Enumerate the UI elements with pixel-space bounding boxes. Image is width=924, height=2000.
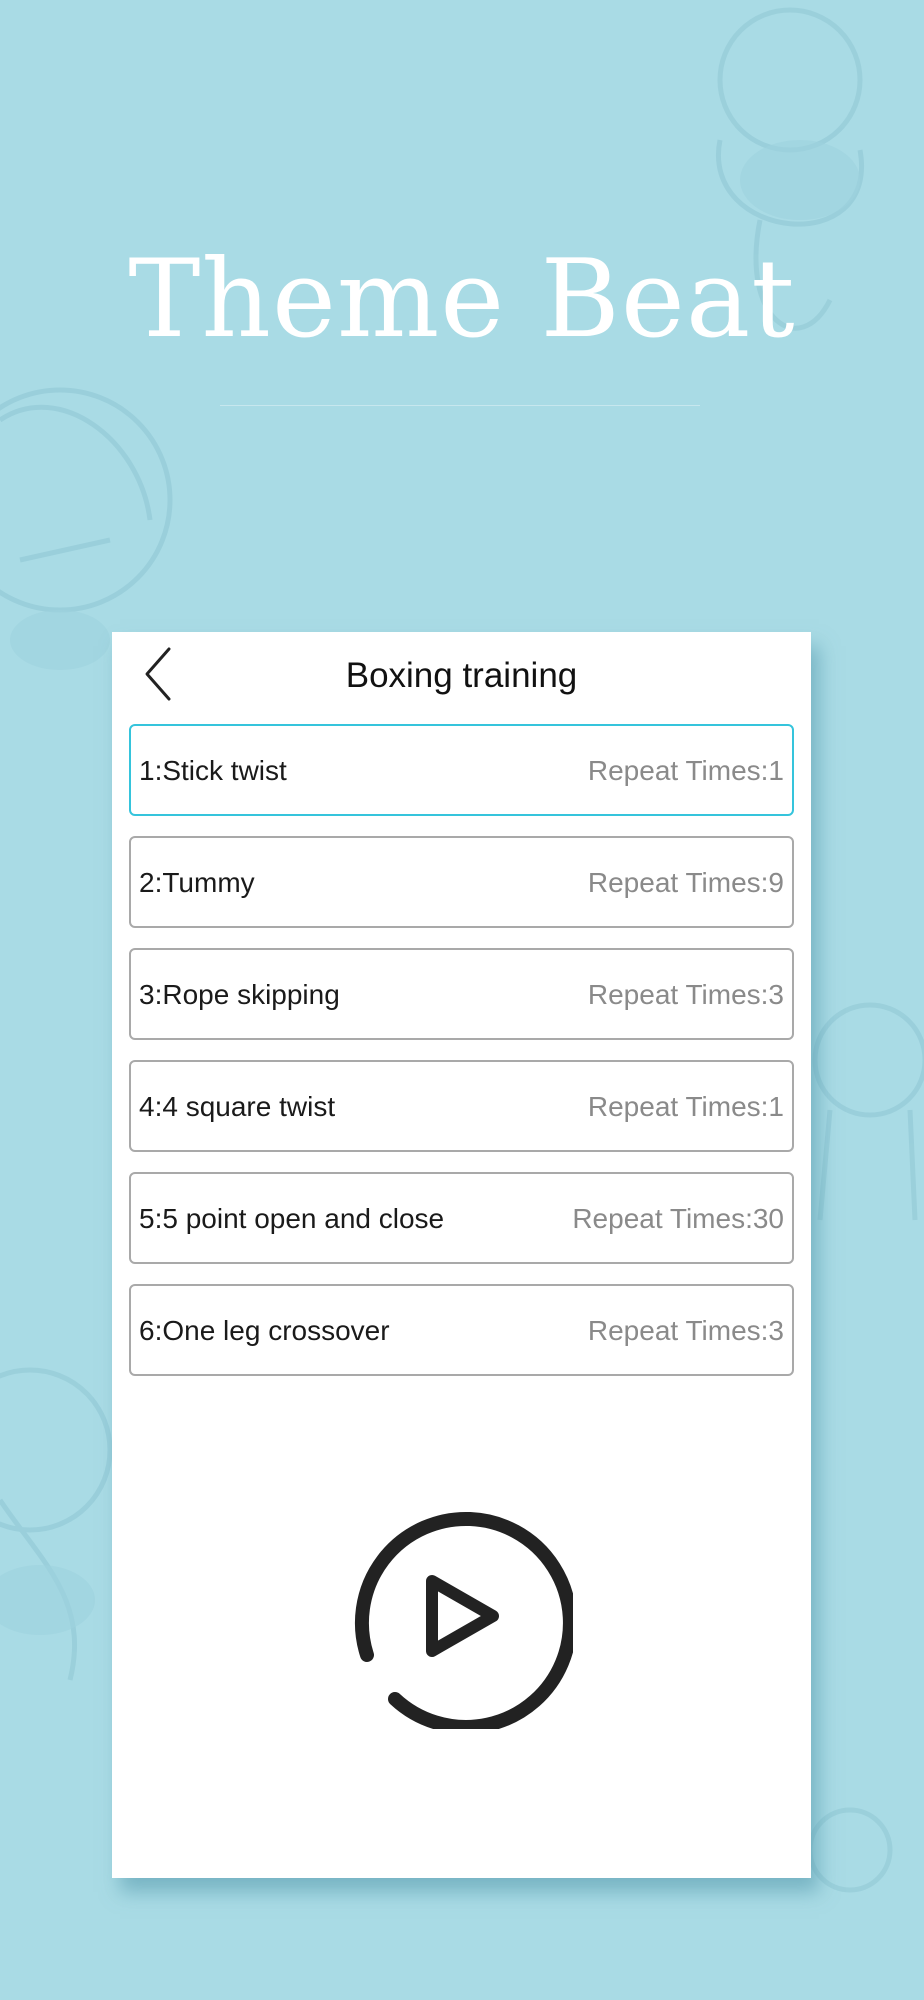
exercise-item[interactable]: 2:Tummy Repeat Times:9: [129, 836, 794, 928]
exercise-name: 2:Tummy: [139, 866, 255, 898]
exercise-repeat-count: Repeat Times:3: [587, 978, 784, 1010]
hero-title: Theme Beat: [128, 237, 796, 362]
exercise-repeat-count: Repeat Times:1: [587, 754, 784, 786]
exercise-item[interactable]: 1:Stick twist Repeat Times:1: [129, 724, 794, 816]
nav-bar: Boxing training: [112, 632, 811, 720]
play-circle-icon: [347, 1511, 577, 1734]
page-title: Boxing training: [345, 656, 578, 695]
exercise-repeat-count: Repeat Times:1: [587, 1090, 784, 1122]
exercise-name: 6:One leg crossover: [139, 1314, 390, 1346]
exercise-repeat-count: Repeat Times:9: [587, 866, 784, 898]
exercise-list: 1:Stick twist Repeat Times:1 2:Tummy Rep…: [129, 724, 794, 1396]
play-button[interactable]: [347, 1503, 577, 1734]
phone-screen: Boxing training 1:Stick twist Repeat Tim…: [112, 632, 811, 1878]
exercise-item[interactable]: 5:5 point open and close Repeat Times:30: [129, 1172, 794, 1264]
back-button[interactable]: [130, 644, 186, 708]
exercise-name: 1:Stick twist: [139, 754, 287, 786]
exercise-name: 4:4 square twist: [139, 1090, 336, 1122]
hero-divider: [220, 405, 700, 406]
chevron-left-icon: [143, 646, 173, 707]
exercise-name: 3:Rope skipping: [139, 978, 340, 1010]
exercise-item[interactable]: 6:One leg crossover Repeat Times:3: [129, 1284, 794, 1376]
exercise-repeat-count: Repeat Times:3: [587, 1314, 784, 1346]
exercise-repeat-count: Repeat Times:30: [572, 1202, 784, 1234]
exercise-item[interactable]: 4:4 square twist Repeat Times:1: [129, 1060, 794, 1152]
exercise-item[interactable]: 3:Rope skipping Repeat Times:3: [129, 948, 794, 1040]
exercise-name: 5:5 point open and close: [139, 1202, 445, 1234]
